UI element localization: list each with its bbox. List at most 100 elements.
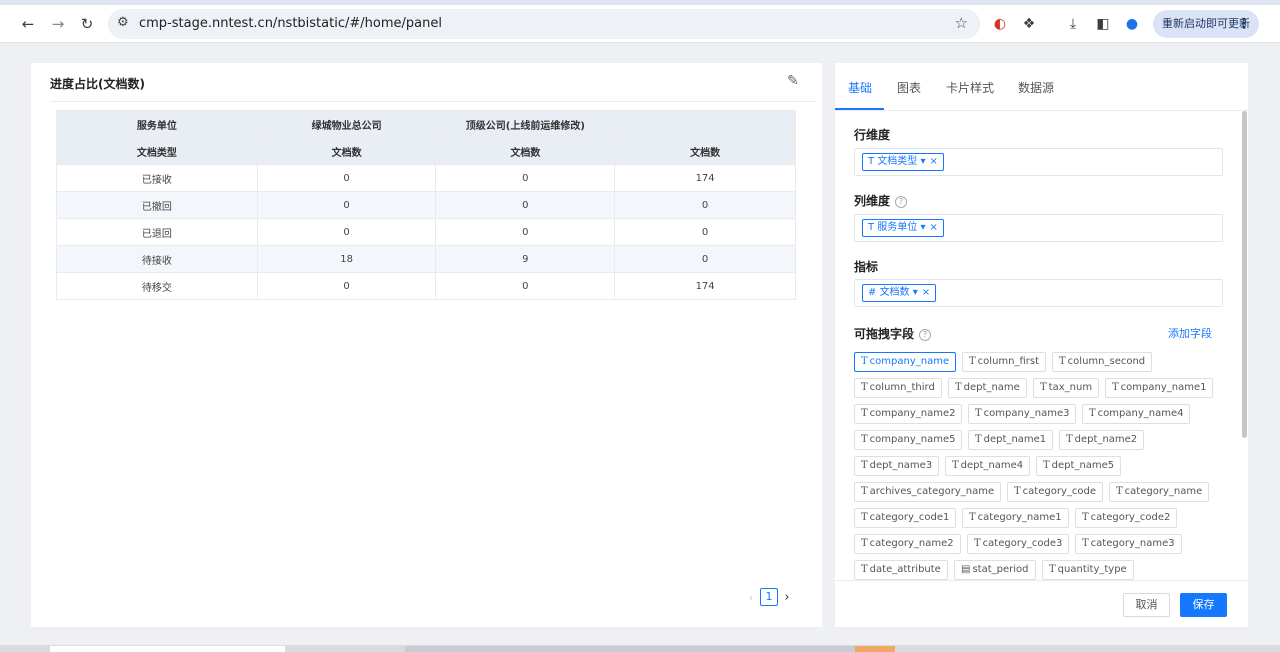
forward-arrow-icon[interactable]: →: [47, 13, 69, 35]
caret-down-icon[interactable]: ▾: [913, 287, 918, 298]
reload-icon[interactable]: ↻: [76, 13, 98, 35]
field-chip[interactable]: Tdept_name2: [1059, 430, 1145, 450]
header-cell: [614, 110, 796, 138]
field-chip-label: company_name: [869, 356, 950, 367]
field-chip[interactable]: Tcategory_code1: [854, 508, 957, 528]
table-cell: 174: [614, 272, 796, 300]
text-type-icon: T: [975, 434, 982, 445]
table-cell: 0: [435, 218, 616, 246]
tab-basic[interactable]: 基础: [848, 79, 872, 96]
field-chip[interactable]: Tcompany_name1: [1105, 378, 1214, 398]
table-cell: 18: [256, 245, 437, 273]
field-chip-label: company_name5: [869, 434, 956, 445]
site-settings-icon[interactable]: ⚙: [117, 15, 129, 30]
edit-icon[interactable]: ✎: [787, 73, 799, 89]
field-chip-label: category_name3: [1090, 538, 1175, 549]
help-icon[interactable]: ?: [919, 329, 932, 341]
field-chip[interactable]: Tdept_name5: [1036, 456, 1122, 476]
text-type-icon: T: [1116, 486, 1123, 497]
back-arrow-icon[interactable]: ←: [17, 13, 39, 35]
field-chip-label: company_name1: [1120, 382, 1207, 393]
col-dimension-pill[interactable]: T 服务单位 ▾ ×: [862, 219, 944, 237]
field-chip[interactable]: Tcompany_name5: [854, 430, 963, 450]
close-icon[interactable]: ×: [922, 287, 930, 298]
field-chip-label: tax_num: [1048, 382, 1093, 393]
field-chip[interactable]: Tcategory_code: [1007, 482, 1103, 502]
field-chip[interactable]: Tcategory_name: [1109, 482, 1210, 502]
add-field-link[interactable]: 添加字段: [1168, 325, 1212, 341]
field-chip[interactable]: Tdate_attribute: [854, 560, 948, 580]
header-cell: 文档数: [435, 137, 616, 165]
help-icon[interactable]: ?: [895, 196, 908, 208]
field-chip[interactable]: Tcompany_name: [854, 352, 957, 372]
field-chip[interactable]: Tcategory_name3: [1075, 534, 1182, 554]
tab-card-style[interactable]: 卡片样式: [946, 79, 994, 96]
col-dimension-title: 列维度: [854, 194, 891, 208]
update-button[interactable]: 重新启动即可更新 ⋮: [1153, 10, 1259, 38]
more-menu-icon[interactable]: ⋮: [1237, 10, 1251, 38]
field-chip[interactable]: Tarchives_category_name: [854, 482, 1002, 502]
table-cell: 0: [614, 245, 796, 273]
table-cell: 9: [435, 245, 616, 273]
close-icon[interactable]: ×: [930, 222, 938, 233]
field-chip[interactable]: Tcompany_name2: [854, 404, 963, 424]
extension-icon[interactable]: ◐: [990, 14, 1010, 34]
field-chip[interactable]: Tcompany_name3: [968, 404, 1077, 424]
taskbar-item: [50, 646, 285, 652]
field-chip[interactable]: ▤ stat_period: [954, 560, 1036, 580]
field-chip[interactable]: Tquantity_type: [1042, 560, 1134, 580]
pivot-table: 服务单位 绿城物业总公司 顶级公司(上线前运维修改) 文档类型 文档数 文档数 …: [56, 110, 796, 300]
url-text[interactable]: cmp-stage.nntest.cn/nstbistatic/#/home/p…: [139, 16, 442, 31]
field-chip-label: category_name1: [977, 512, 1062, 523]
col-dimension-dropzone[interactable]: T 服务单位 ▾ ×: [854, 214, 1223, 242]
field-chip[interactable]: Tcolumn_first: [962, 352, 1047, 372]
field-chip[interactable]: Ttax_num: [1033, 378, 1100, 398]
field-chip[interactable]: Tcategory_name1: [962, 508, 1069, 528]
field-chip[interactable]: Tdept_name: [948, 378, 1027, 398]
pill-label: 文档数: [879, 287, 910, 298]
field-chip[interactable]: Tdept_name3: [854, 456, 940, 476]
field-chip[interactable]: Tcolumn_third: [854, 378, 942, 398]
text-type-icon: T: [1089, 408, 1096, 419]
caret-down-icon[interactable]: ▾: [920, 222, 925, 233]
field-chip[interactable]: Tcolumn_second: [1052, 352, 1153, 372]
field-chip-label: quantity_type: [1057, 564, 1127, 575]
table-cell: 待移交: [56, 272, 258, 300]
table-cell: 0: [256, 272, 437, 300]
page-number[interactable]: 1: [760, 588, 778, 606]
field-chip-label: column_third: [869, 382, 935, 393]
next-page-icon[interactable]: ›: [781, 590, 793, 605]
field-chip[interactable]: Tcompany_name4: [1082, 404, 1191, 424]
download-icon[interactable]: ⤓: [1063, 14, 1083, 34]
tab-chart[interactable]: 图表: [897, 79, 921, 96]
chart-card: 进度占比(文档数) ✎ 服务单位 绿城物业总公司 顶级公司(上线前运维修改) 文…: [31, 63, 822, 627]
text-type-icon: T: [1043, 460, 1050, 471]
row-dimension-pill[interactable]: T 文档类型 ▾ ×: [862, 153, 944, 171]
close-icon[interactable]: ×: [930, 156, 938, 167]
profile-icon[interactable]: ●: [1122, 14, 1142, 34]
sidebar-icon[interactable]: ◧: [1093, 14, 1113, 34]
table-row: 待移交 0 0 174: [56, 272, 796, 300]
address-bar[interactable]: ⚙ cmp-stage.nntest.cn/nstbistatic/#/home…: [108, 9, 980, 39]
field-chip[interactable]: Tcategory_code2: [1075, 508, 1178, 528]
field-chip[interactable]: Tcategory_code3: [967, 534, 1070, 554]
caret-down-icon[interactable]: ▾: [920, 156, 925, 167]
metric-dropzone[interactable]: # 文档数 ▾ ×: [854, 279, 1223, 307]
header-row: 文档类型 文档数 文档数 文档数: [56, 137, 796, 165]
row-dimension-dropzone[interactable]: T 文档类型 ▾ ×: [854, 148, 1223, 176]
metric-pill[interactable]: # 文档数 ▾ ×: [862, 284, 937, 302]
field-chip[interactable]: Tdept_name4: [945, 456, 1031, 476]
tab-datasource[interactable]: 数据源: [1018, 79, 1054, 96]
field-chip-label: column_first: [977, 356, 1040, 367]
field-chip[interactable]: Tdept_name1: [968, 430, 1054, 450]
bookmark-star-icon[interactable]: ☆: [955, 14, 968, 32]
cancel-button[interactable]: 取消: [1123, 593, 1170, 617]
field-chip[interactable]: Tcategory_name2: [854, 534, 961, 554]
prev-page-icon[interactable]: ‹: [745, 591, 757, 604]
text-type-icon: T: [861, 460, 868, 471]
scrollbar[interactable]: [1242, 111, 1247, 438]
puzzle-icon[interactable]: ❖: [1019, 14, 1039, 34]
header-cell: 文档数: [256, 137, 437, 165]
browser-toolbar: ← → ↻ ⚙ cmp-stage.nntest.cn/nstbistatic/…: [0, 5, 1280, 43]
save-button[interactable]: 保存: [1180, 593, 1227, 617]
